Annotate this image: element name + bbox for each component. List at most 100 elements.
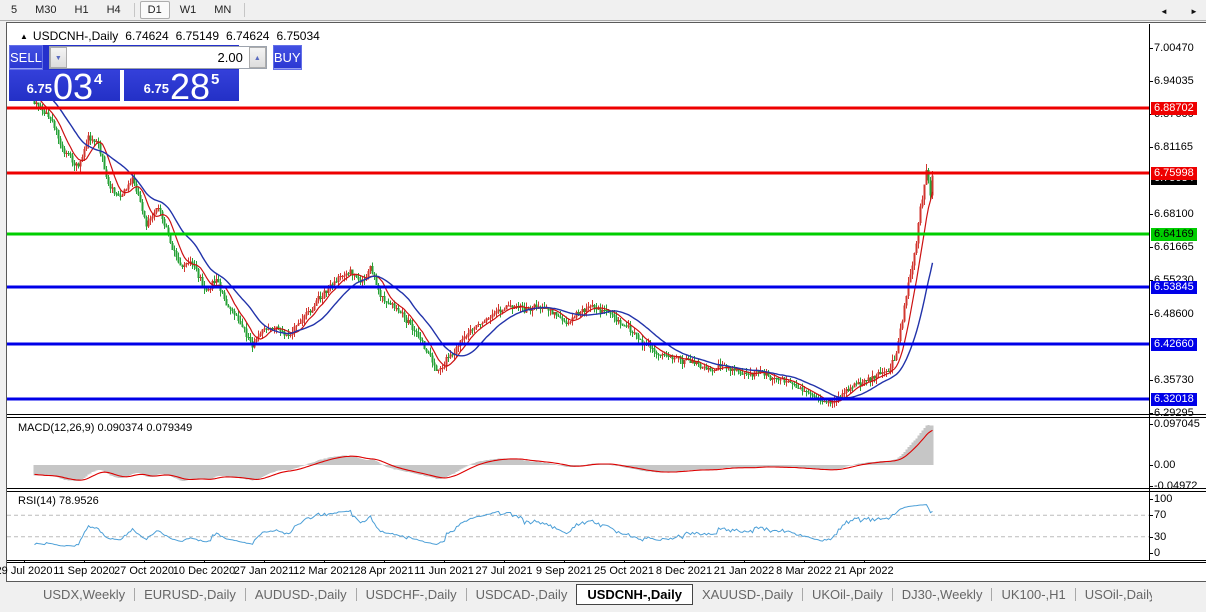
date-tick-label: 27 Jan 2021 bbox=[234, 565, 295, 577]
price-tick-mark bbox=[1149, 81, 1153, 82]
rsi-tick-label: 100 bbox=[1154, 493, 1172, 505]
timeframe-button-h4[interactable]: H4 bbox=[99, 1, 129, 19]
buy-price-prefix: 6.75 bbox=[144, 81, 169, 96]
price-tick-label: 6.61665 bbox=[1154, 241, 1194, 253]
sell-price-pip: 4 bbox=[94, 71, 102, 88]
macd-label: MACD(12,26,9) 0.090374 0.079349 bbox=[18, 422, 192, 434]
date-tick-label: 29 Jul 2020 bbox=[0, 565, 52, 577]
timeframe-button-mn[interactable]: MN bbox=[206, 1, 239, 19]
timeframe-button-m30[interactable]: M30 bbox=[27, 1, 64, 19]
collapse-panel-icon[interactable]: ▲ bbox=[20, 32, 28, 41]
price-tick-label: 7.00470 bbox=[1154, 42, 1194, 54]
date-tick-label: 28 Apr 2021 bbox=[354, 565, 413, 577]
price-tick-label: 6.48600 bbox=[1154, 308, 1194, 320]
symbol-tab-dj30-weekly[interactable]: DJ30-,Weekly bbox=[893, 584, 992, 605]
symbol-tab-eurusd-daily[interactable]: EURUSD-,Daily bbox=[135, 584, 245, 605]
level-price-badge: 6.88702 bbox=[1151, 102, 1197, 115]
symbol-tabbar: USDX,WeeklyEURUSD-,DailyAUDUSD-,DailyUSD… bbox=[0, 582, 1206, 606]
sell-price-prefix: 6.75 bbox=[27, 81, 52, 96]
price-tick-mark bbox=[1149, 214, 1153, 215]
level-price-badge: 6.42660 bbox=[1151, 338, 1197, 351]
date-tick-mark bbox=[204, 560, 205, 563]
date-tick-label: 11 Jun 2021 bbox=[414, 565, 474, 577]
rsi-tick-label: 30 bbox=[1154, 531, 1166, 543]
price-tick-label: 6.81165 bbox=[1154, 141, 1193, 153]
ohlc-close: 6.75034 bbox=[276, 29, 319, 43]
symbol-tab-ukoil-daily[interactable]: UKOil-,Daily bbox=[803, 584, 892, 605]
volume-decrease-icon[interactable]: ▼ bbox=[50, 47, 67, 68]
sell-price-main: 03 bbox=[53, 73, 93, 100]
date-tick-mark bbox=[264, 560, 265, 563]
ohlc-high: 6.75149 bbox=[176, 29, 219, 43]
date-tick-label: 9 Sep 2021 bbox=[536, 565, 592, 577]
buy-price-pip: 5 bbox=[211, 71, 219, 88]
price-tick-label: 6.68100 bbox=[1154, 208, 1194, 220]
price-tick-mark bbox=[1149, 247, 1153, 248]
volume-input[interactable] bbox=[67, 47, 249, 68]
price-tick-mark bbox=[1149, 147, 1153, 148]
date-tick-label: 8 Mar 2022 bbox=[776, 565, 832, 577]
date-tick-label: 21 Apr 2022 bbox=[834, 565, 893, 577]
toolbar-separator bbox=[134, 3, 135, 17]
macd-tick-label: 0.00 bbox=[1154, 459, 1175, 471]
symbol-tab-usdx-weekly[interactable]: USDX,Weekly bbox=[34, 584, 134, 605]
ohlc-open: 6.74624 bbox=[125, 29, 168, 43]
tab-scroll-right-icon[interactable]: ► bbox=[1190, 7, 1198, 16]
volume-increase-icon[interactable]: ▲ bbox=[249, 47, 266, 68]
macd-tick-mark bbox=[1149, 465, 1153, 466]
toolbar-separator bbox=[244, 3, 245, 17]
time-axis[interactable]: 29 Jul 202011 Sep 202027 Oct 202010 Dec … bbox=[7, 563, 1206, 581]
symbol-tab-uk100-h1[interactable]: UK100-,H1 bbox=[992, 584, 1074, 605]
date-tick-label: 11 Sep 2020 bbox=[53, 565, 115, 577]
rsi-tick-mark bbox=[1149, 537, 1153, 538]
date-tick-label: 10 Dec 2020 bbox=[173, 565, 235, 577]
level-price-badge: 6.75998 bbox=[1151, 167, 1197, 180]
symbol-tab-usoil-daily[interactable]: USOil-,Daily bbox=[1076, 584, 1152, 605]
date-tick-mark bbox=[384, 560, 385, 563]
chart-symbol-period: USDCNH-,Daily bbox=[33, 29, 118, 43]
macd-tick-mark bbox=[1149, 424, 1153, 425]
symbol-tab-usdcnh-daily[interactable]: USDCNH-,Daily bbox=[576, 584, 693, 605]
date-tick-mark bbox=[144, 560, 145, 563]
macd-tick-mark bbox=[1149, 486, 1153, 487]
date-tick-label: 27 Jul 2021 bbox=[476, 565, 533, 577]
symbol-tab-xauusd-daily[interactable]: XAUUSD-,Daily bbox=[693, 584, 802, 605]
date-tick-label: 25 Oct 2021 bbox=[594, 565, 654, 577]
price-tick-mark bbox=[1149, 380, 1153, 381]
level-price-badge: 6.53845 bbox=[1151, 281, 1197, 294]
macd-tick-label: 0.097045 bbox=[1154, 418, 1200, 430]
date-tick-mark bbox=[804, 560, 805, 563]
date-tick-mark bbox=[864, 560, 865, 563]
rsi-tick-mark bbox=[1149, 553, 1153, 554]
date-tick-mark bbox=[24, 560, 25, 563]
rsi-tick-mark bbox=[1149, 499, 1153, 500]
buy-price-display[interactable]: 6.75285 bbox=[124, 70, 239, 101]
symbol-tab-audusd-daily[interactable]: AUDUSD-,Daily bbox=[246, 584, 356, 605]
buy-button[interactable]: BUY bbox=[273, 45, 302, 70]
sell-button[interactable]: SELL bbox=[9, 45, 43, 70]
date-tick-mark bbox=[744, 560, 745, 563]
price-tick-label: 6.94035 bbox=[1154, 75, 1194, 87]
date-tick-label: 21 Jan 2022 bbox=[714, 565, 775, 577]
tab-scroll-left-icon[interactable]: ◄ bbox=[1160, 7, 1168, 16]
one-click-trading-panel: SELL ▼ ▲ BUY 6.75034 6.75285 bbox=[9, 45, 239, 101]
timeframe-button-h1[interactable]: H1 bbox=[67, 1, 97, 19]
date-tick-mark bbox=[684, 560, 685, 563]
timeframe-button-d1[interactable]: D1 bbox=[140, 1, 170, 19]
sell-price-display[interactable]: 6.75034 bbox=[9, 70, 120, 101]
date-tick-mark bbox=[84, 560, 85, 563]
level-price-badge: 6.64169 bbox=[1151, 228, 1197, 241]
macd-tick-label: -0.04972 bbox=[1154, 480, 1197, 492]
symbol-tab-usdcad-daily[interactable]: USDCAD-,Daily bbox=[467, 584, 577, 605]
symbol-tab-usdchf-daily[interactable]: USDCHF-,Daily bbox=[357, 584, 466, 605]
rsi-tick-label: 70 bbox=[1154, 509, 1166, 521]
date-tick-label: 27 Oct 2020 bbox=[114, 565, 174, 577]
price-tick-label: 6.35730 bbox=[1154, 374, 1194, 386]
price-tick-mark bbox=[1149, 48, 1153, 49]
price-tick-mark bbox=[1149, 413, 1153, 414]
rsi-chart[interactable] bbox=[7, 492, 1206, 560]
timeframe-button-5[interactable]: 5 bbox=[3, 1, 25, 19]
date-tick-mark bbox=[624, 560, 625, 563]
timeframe-button-w1[interactable]: W1 bbox=[172, 1, 205, 19]
chart-title: ▲ USDCNH-,Daily 6.74624 6.75149 6.74624 … bbox=[20, 29, 320, 43]
